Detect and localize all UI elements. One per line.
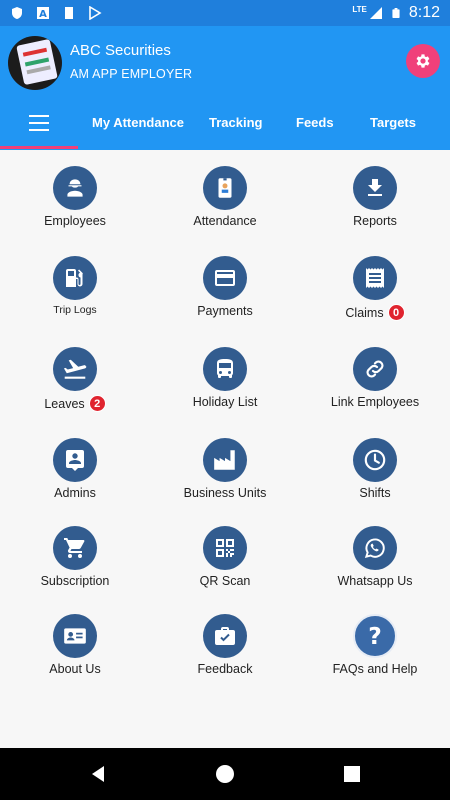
tile-label: Shifts — [359, 486, 391, 500]
shield-icon — [12, 7, 22, 19]
tile-label: Claims 0 — [345, 304, 405, 321]
tile-label: Holiday List — [192, 395, 258, 409]
tile-link-employees[interactable]: Link Employees — [300, 347, 450, 411]
home-icon[interactable] — [215, 764, 235, 784]
svg-text:A: A — [39, 9, 47, 20]
bus-icon — [217, 359, 233, 378]
company-avatar[interactable] — [8, 36, 62, 90]
tile-label: Admins — [54, 486, 96, 500]
company-name: ABC Securities — [70, 42, 171, 59]
flight-takeoff-icon — [63, 359, 87, 379]
play-store-icon — [89, 6, 102, 20]
tile-business-units[interactable]: Business Units — [150, 438, 300, 502]
factory-icon — [214, 450, 235, 470]
tile-label: Leaves 2 — [44, 395, 106, 412]
tile-qr-scan[interactable]: QR Scan — [150, 526, 300, 590]
tile-shifts[interactable]: Shifts — [300, 438, 450, 502]
hamburger-icon — [29, 115, 49, 117]
tile-claims[interactable]: Claims 0 — [300, 256, 450, 322]
recents-icon[interactable] — [342, 764, 362, 784]
tab-indicator — [0, 146, 78, 149]
briefcase-check-icon — [215, 627, 235, 645]
tile-label: Reports — [353, 214, 397, 228]
a-icon: A — [37, 7, 49, 20]
tile-whatsapp-us[interactable]: Whatsapp Us — [300, 526, 450, 590]
tile-holiday-list[interactable]: Holiday List — [150, 347, 300, 411]
gear-icon — [416, 54, 430, 68]
network-label: LTE — [352, 4, 367, 14]
tile-trip-logs[interactable]: Trip Logs — [0, 256, 150, 318]
tile-label: Employees — [44, 214, 106, 228]
tile-label: FAQs and Help — [332, 662, 418, 676]
app-header: ABC Securities AM APP EMPLOYER — [0, 26, 450, 96]
leaves-badge: 2 — [88, 395, 106, 412]
id-badge-icon — [218, 178, 232, 198]
tile-label: Trip Logs — [53, 304, 97, 316]
cart-icon — [64, 538, 85, 558]
tab-bar: My Attendance Tracking Feeds Targets — [0, 96, 450, 150]
tile-attendance[interactable]: Attendance — [150, 166, 300, 230]
admin-person-icon — [66, 450, 84, 471]
tile-label: About Us — [49, 662, 101, 676]
link-icon — [366, 360, 384, 378]
fuel-icon — [66, 269, 83, 287]
status-time: 8:12 — [408, 4, 440, 21]
user-role: AM APP EMPLOYER — [70, 67, 193, 81]
tile-leaves[interactable]: Leaves 2 — [0, 347, 150, 413]
worker-icon — [67, 179, 83, 197]
sd-card-icon — [65, 7, 73, 19]
tile-label: QR Scan — [199, 574, 251, 588]
tile-subscription[interactable]: Subscription — [0, 526, 150, 590]
tile-feedback[interactable]: Feedback — [150, 614, 300, 678]
question-icon: ? — [368, 622, 382, 650]
tile-about-us[interactable]: About Us — [0, 614, 150, 678]
receipt-icon — [366, 268, 384, 288]
tab-tracking[interactable]: Tracking — [209, 115, 262, 130]
claims-badge: 0 — [387, 304, 405, 321]
tab-feeds[interactable]: Feeds — [296, 115, 334, 130]
clock-icon — [364, 449, 386, 471]
menu-button[interactable] — [20, 110, 58, 136]
tile-label: Payments — [197, 304, 253, 318]
tile-label: Attendance — [193, 214, 257, 228]
tile-reports[interactable]: Reports — [300, 166, 450, 230]
back-icon[interactable] — [88, 764, 108, 784]
tile-label: Subscription — [40, 574, 110, 588]
tile-admins[interactable]: Admins — [0, 438, 150, 502]
tile-label: Link Employees — [330, 395, 420, 409]
tab-targets[interactable]: Targets — [370, 115, 416, 130]
status-bar: A LTE 8:12 — [0, 0, 450, 26]
credit-card-icon — [215, 270, 235, 286]
tile-employees[interactable]: Employees — [0, 166, 150, 230]
tile-faqs-and-help[interactable]: ? FAQs and Help — [300, 614, 450, 678]
tile-label: Feedback — [197, 662, 253, 676]
tile-label: Whatsapp Us — [337, 574, 413, 588]
tile-label: Business Units — [183, 486, 267, 500]
qr-code-icon — [216, 539, 234, 557]
battery-icon — [392, 8, 400, 18]
svg-text:?: ? — [368, 622, 382, 650]
tab-my-attendance[interactable]: My Attendance — [92, 115, 184, 130]
contact-card-icon — [64, 628, 86, 644]
system-nav-bar — [0, 748, 450, 800]
signal-icon — [369, 7, 382, 19]
download-icon — [368, 179, 382, 196]
settings-button[interactable] — [406, 44, 440, 78]
whatsapp-icon — [364, 538, 385, 559]
tile-payments[interactable]: Payments — [150, 256, 300, 320]
